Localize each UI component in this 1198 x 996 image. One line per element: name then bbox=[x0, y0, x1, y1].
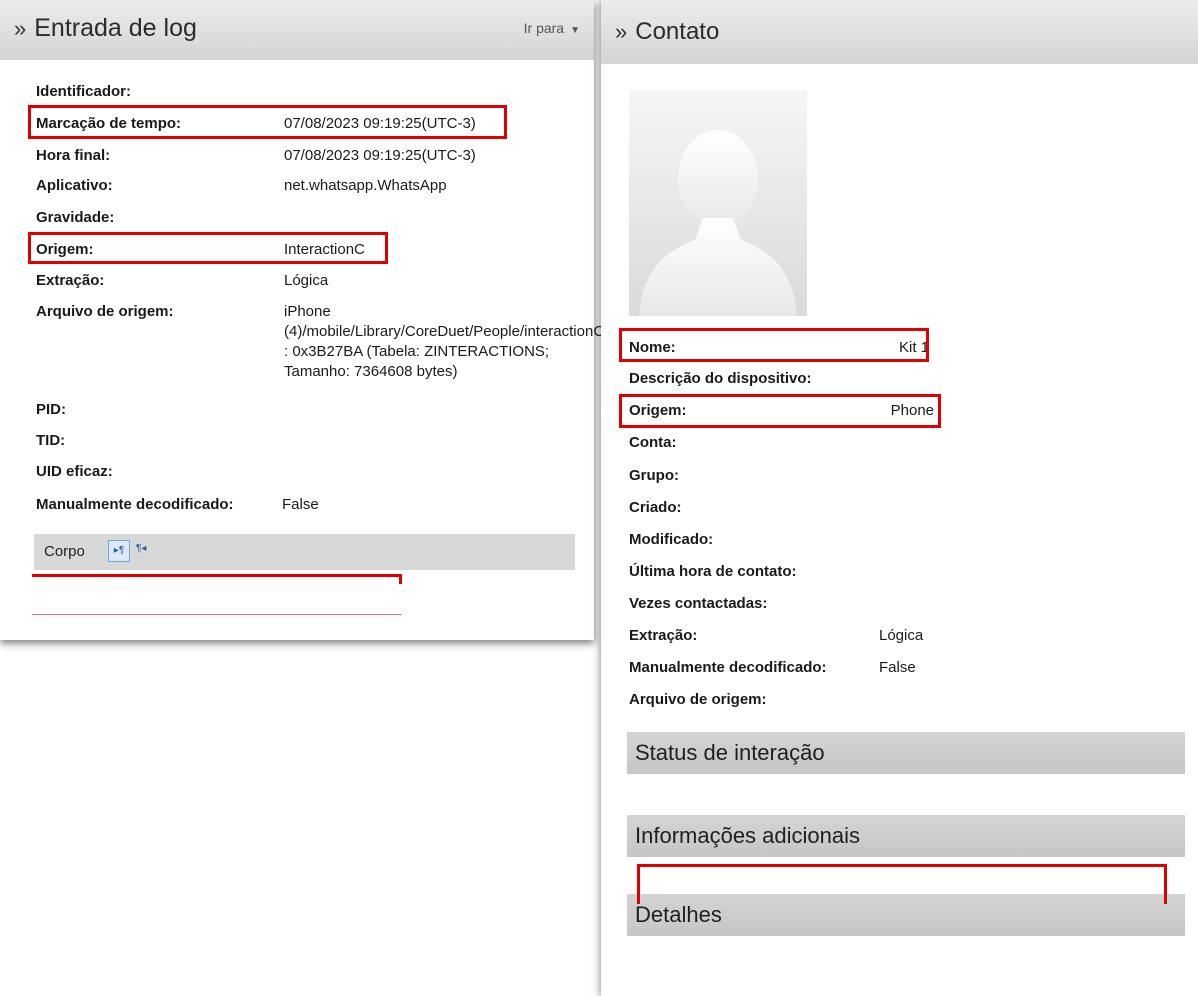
highlight-box-body-bottom bbox=[32, 614, 402, 615]
section-interaction-status[interactable]: Status de interação bbox=[627, 732, 1185, 774]
log-entry-panel: » Entrada de log Ir para ▼ Identificador: … bbox=[0, 0, 626, 640]
contact-panel-header: » Contato bbox=[601, 0, 1198, 64]
contact-row-group: Grupo: bbox=[629, 467, 679, 484]
contact-row-modified: Modificado: bbox=[629, 531, 714, 548]
body-toolbar: Corpo ▸¶ ¶◂ bbox=[34, 534, 575, 570]
paragraph-rtl-icon[interactable]: ¶◂ bbox=[136, 543, 146, 554]
log-panel-header: » Entrada de log Ir para ▼ bbox=[0, 0, 594, 60]
field-row-pid: PID: bbox=[36, 401, 66, 418]
double-chevron-icon[interactable]: » bbox=[615, 19, 627, 44]
field-row-effective-uid: UID eficaz: bbox=[36, 463, 113, 480]
contact-row-last-contact-time: Última hora de contato: bbox=[629, 563, 797, 580]
double-chevron-icon[interactable]: » bbox=[14, 16, 26, 41]
field-row-identifier: Identificador: bbox=[36, 83, 132, 100]
field-row-end-time: Hora final: 07/08/2023 09:19:25(UTC-3) bbox=[36, 147, 476, 164]
contact-row-created: Criado: bbox=[629, 499, 682, 516]
highlight-box-contact-name bbox=[619, 328, 929, 362]
highlight-box-details-content bbox=[637, 864, 1167, 904]
caret-down-icon: ▼ bbox=[570, 25, 580, 36]
highlight-box-body-side bbox=[399, 574, 402, 584]
field-row-severity: Gravidade: bbox=[36, 209, 115, 226]
field-row-application: Aplicativo: net.whatsapp.WhatsApp bbox=[36, 177, 447, 194]
highlight-box-body-top bbox=[32, 574, 402, 577]
field-row-tid: TID: bbox=[36, 432, 66, 449]
field-row-manually-decoded: Manualmente decodificado: False bbox=[36, 496, 319, 513]
highlight-box-timestamp bbox=[28, 105, 507, 139]
contact-panel: » Contato Nome: Kit 1 Descrição do dispos… bbox=[601, 0, 1198, 996]
contact-row-source-file: Arquivo de origem: bbox=[629, 691, 767, 708]
paragraph-ltr-icon[interactable]: ▸¶ bbox=[108, 540, 130, 562]
contact-row-device-description: Descrição do dispositivo: bbox=[629, 370, 812, 387]
person-silhouette-icon bbox=[639, 130, 797, 316]
section-additional-info[interactable]: Informações adicionais bbox=[627, 815, 1185, 857]
contact-row-times-contacted: Vezes contactadas: bbox=[629, 595, 768, 612]
field-row-source-file: Arquivo de origem: iPhone (4)/mobile/Lib… bbox=[36, 303, 626, 380]
details-content-area bbox=[601, 940, 1011, 996]
contact-panel-title: » Contato bbox=[615, 18, 720, 45]
contact-avatar bbox=[629, 90, 807, 316]
goto-dropdown[interactable]: Ir para ▼ bbox=[524, 20, 580, 36]
contact-row-account: Conta: bbox=[629, 434, 677, 451]
highlight-box-contact-origin bbox=[619, 394, 941, 428]
log-panel-title: » Entrada de log bbox=[14, 14, 197, 42]
field-row-extraction: Extração: Lógica bbox=[36, 272, 329, 289]
highlight-box-origin bbox=[28, 232, 388, 264]
contact-row-extraction: Extração: Lógica bbox=[629, 627, 924, 644]
contact-row-manually-decoded: Manualmente decodificado: False bbox=[629, 659, 916, 676]
